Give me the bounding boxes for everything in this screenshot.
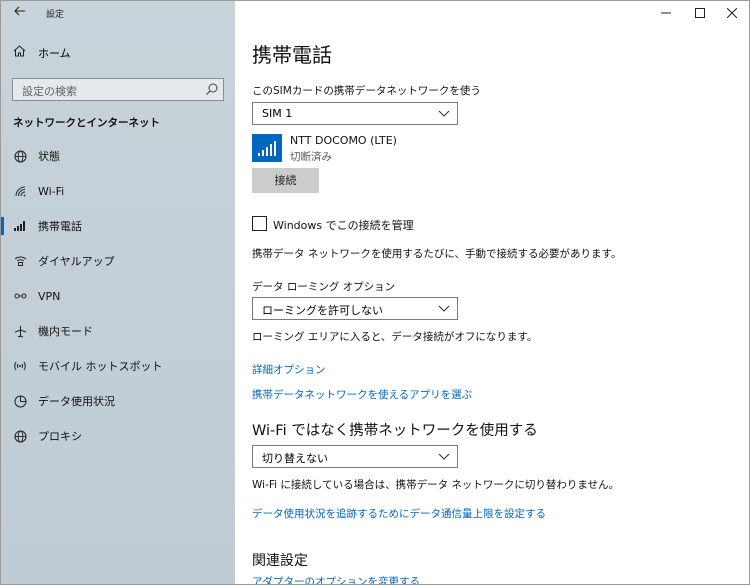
wifi-select-value: 切り替えない <box>262 452 328 465</box>
adapter-options-link[interactable]: アダプターのオプションを変更する <box>252 574 420 584</box>
sidebar-item-label: VPN <box>38 289 61 303</box>
home-icon <box>10 45 28 61</box>
cellular-icon <box>10 221 30 231</box>
sim-label: このSIMカードの携帯データネットワークを使う <box>252 85 481 97</box>
search-placeholder: 設定の検索 <box>22 85 77 98</box>
connect-button[interactable]: 接続 <box>252 168 319 193</box>
manage-connection-checkbox[interactable] <box>252 216 267 231</box>
maximize-button[interactable] <box>685 4 715 22</box>
hotspot-icon <box>10 360 30 372</box>
sidebar-item-hotspot[interactable]: モバイル ホットスポット <box>1 349 235 383</box>
back-arrow-icon <box>14 6 25 16</box>
network-name: NTT DOCOMO (LTE) <box>290 134 397 147</box>
cellular-network-icon <box>252 134 282 162</box>
choose-apps-link[interactable]: 携帯データネットワークを使えるアプリを選ぶ <box>252 387 472 402</box>
sidebar-item-vpn[interactable]: VPN <box>1 279 235 313</box>
advanced-options-link[interactable]: 詳細オプション <box>252 362 326 377</box>
sidebar-item-label: 携帯電話 <box>38 220 82 233</box>
roaming-select[interactable]: ローミングを許可しない <box>252 297 458 320</box>
manage-description: 携帯データ ネットワークを使用するたびに、手動で接続する必要があります。 <box>252 248 622 260</box>
wifi-icon <box>10 185 30 197</box>
main-content: 携帯電話 このSIMカードの携帯データネットワークを使う SIM 1 NTT D… <box>235 1 749 584</box>
minimize-icon <box>661 12 671 14</box>
network-status: 切断済み <box>290 151 332 163</box>
sidebar-item-label: 状態 <box>38 150 60 163</box>
sidebar-item-dialup[interactable]: ダイヤルアップ <box>1 244 235 278</box>
sim-select-value: SIM 1 <box>262 107 293 120</box>
sidebar-item-airplane[interactable]: 機内モード <box>1 314 235 348</box>
sidebar-item-data-usage[interactable]: データ使用状況 <box>1 384 235 418</box>
sidebar-item-label: モバイル ホットスポット <box>38 360 163 373</box>
close-button[interactable] <box>717 4 747 22</box>
manage-connection-label[interactable]: Windows でこの接続を管理 <box>273 217 414 233</box>
dialup-icon <box>10 255 30 267</box>
roaming-select-value: ローミングを許可しない <box>262 304 383 317</box>
wifi-select[interactable]: 切り替えない <box>252 445 458 468</box>
home-nav-item[interactable]: ホーム <box>1 39 235 67</box>
sidebar: 設定 ホーム 設定の検索 ネットワークとインターネット 状態 Wi-Fi 携帯電… <box>1 1 235 584</box>
title-bar: 設定 <box>1 1 235 27</box>
back-button[interactable] <box>10 4 30 22</box>
sidebar-item-label: プロキシ <box>38 430 82 443</box>
proxy-icon <box>10 430 30 443</box>
maximize-icon <box>695 8 705 18</box>
home-label: ホーム <box>38 47 71 60</box>
data-usage-icon <box>10 395 30 408</box>
search-input[interactable]: 設定の検索 <box>12 78 224 101</box>
data-limit-link[interactable]: データ使用状況を追跡するためにデータ通信量上限を設定する <box>252 506 546 521</box>
wifi-section-heading: Wi-Fi ではなく携帯ネットワークを使用する <box>252 423 538 439</box>
wifi-description: Wi-Fi に接続している場合は、携帯データ ネットワークに切り替わりません。 <box>252 479 620 491</box>
globe-icon <box>10 150 30 163</box>
app-title: 設定 <box>46 10 65 20</box>
airplane-icon <box>10 325 30 338</box>
sidebar-item-cellular[interactable]: 携帯電話 <box>1 209 235 243</box>
related-settings-heading: 関連設定 <box>252 553 308 569</box>
vpn-icon <box>10 291 30 301</box>
active-indicator <box>1 217 4 235</box>
search-icon <box>206 83 218 95</box>
sidebar-item-label: ダイヤルアップ <box>38 255 115 268</box>
settings-window: 設定 ホーム 設定の検索 ネットワークとインターネット 状態 Wi-Fi 携帯電… <box>0 0 750 585</box>
chevron-down-icon <box>438 305 450 312</box>
sidebar-item-wifi[interactable]: Wi-Fi <box>1 174 235 208</box>
sidebar-item-status[interactable]: 状態 <box>1 139 235 173</box>
sidebar-item-label: Wi-Fi <box>38 184 65 198</box>
sim-select[interactable]: SIM 1 <box>252 102 458 125</box>
sidebar-item-label: データ使用状況 <box>38 395 115 408</box>
sidebar-item-proxy[interactable]: プロキシ <box>1 419 235 453</box>
chevron-down-icon <box>438 110 450 117</box>
sidebar-item-label: 機内モード <box>38 325 93 338</box>
page-title: 携帯電話 <box>252 43 332 67</box>
sidebar-section-title: ネットワークとインターネット <box>13 117 160 129</box>
minimize-button[interactable] <box>651 4 681 22</box>
roaming-label: データ ローミング オプション <box>252 281 396 293</box>
roaming-description: ローミング エリアに入ると、データ接続がオフになります。 <box>252 331 538 343</box>
chevron-down-icon <box>438 453 450 460</box>
close-icon <box>727 8 737 18</box>
